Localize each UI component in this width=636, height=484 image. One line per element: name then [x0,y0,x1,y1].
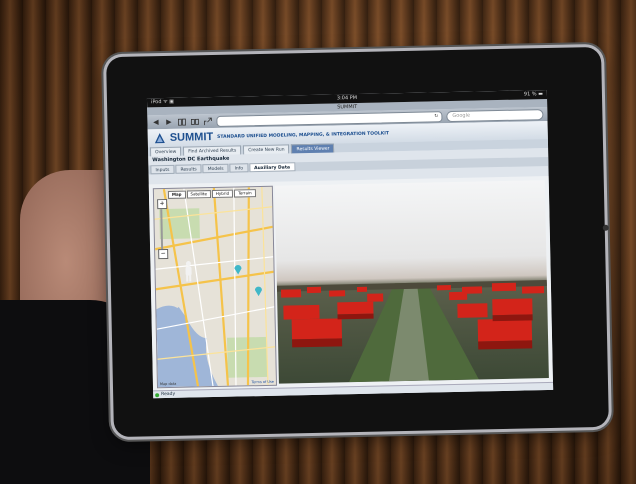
map-panel[interactable]: Map Satellite Hybrid Terrain + − Map dat… [152,185,277,389]
map-attribution: Map data [159,381,177,387]
map-marker-icon[interactable] [233,262,242,275]
app-name: SUMMIT [169,131,214,144]
subtab-models[interactable]: Models [202,163,229,174]
tab-results-viewer[interactable]: Results Viewer [291,143,335,154]
status-indicator-icon [155,393,160,398]
forward-arrow-icon[interactable]: ▶ [164,117,173,126]
map-type-hybrid[interactable]: Hybrid [211,189,234,199]
zoom-control: + − [157,198,169,260]
reload-icon[interactable]: ↻ [434,112,438,121]
3d-city-view[interactable] [274,180,549,384]
search-input[interactable]: Google [446,108,544,122]
pages-icon[interactable] [190,117,199,126]
home-button-icon[interactable] [602,224,609,231]
tablet-device: iPod ᯤ ▣ 3:04 PM 91 % ▬ SUMMIT ◀ ▶ ↻ Goo… [106,46,609,438]
bookmarks-icon[interactable] [177,117,186,126]
zoom-in-button[interactable]: + [157,198,168,210]
tab-create-new-run[interactable]: Create New Run [243,144,290,155]
subtab-info[interactable]: Info [229,163,249,173]
zoom-out-button[interactable]: − [158,248,169,260]
subtab-results[interactable]: Results [175,164,202,174]
back-arrow-icon[interactable]: ◀ [151,118,160,127]
battery-label: 91 % ▬ [523,91,544,98]
street-view-pegman-icon[interactable] [183,260,193,282]
terms-of-use-link[interactable]: Terms of Use [251,380,274,384]
map-type-map[interactable]: Map [167,190,186,199]
subtab-inputs[interactable]: Inputs [150,164,175,175]
app-subtitle: STANDARD UNIFIED MODELING, MAPPING, & IN… [217,130,390,140]
3d-scene[interactable] [275,180,549,384]
zoom-slider[interactable] [160,209,164,250]
status-text: Ready [161,391,176,398]
map-marker-icon[interactable] [254,284,263,297]
tablet-screen: iPod ᯤ ▣ 3:04 PM 91 % ▬ SUMMIT ◀ ▶ ↻ Goo… [146,90,554,399]
share-icon[interactable] [203,117,212,126]
subtab-auxiliary-data[interactable]: Auxiliary Data [248,162,296,173]
map-type-satellite[interactable]: Satellite [186,190,211,199]
map-type-terrain[interactable]: Terrain [234,189,256,198]
summit-logo-icon [154,133,165,144]
results-content: Map Satellite Hybrid Terrain + − Map dat… [148,175,553,391]
